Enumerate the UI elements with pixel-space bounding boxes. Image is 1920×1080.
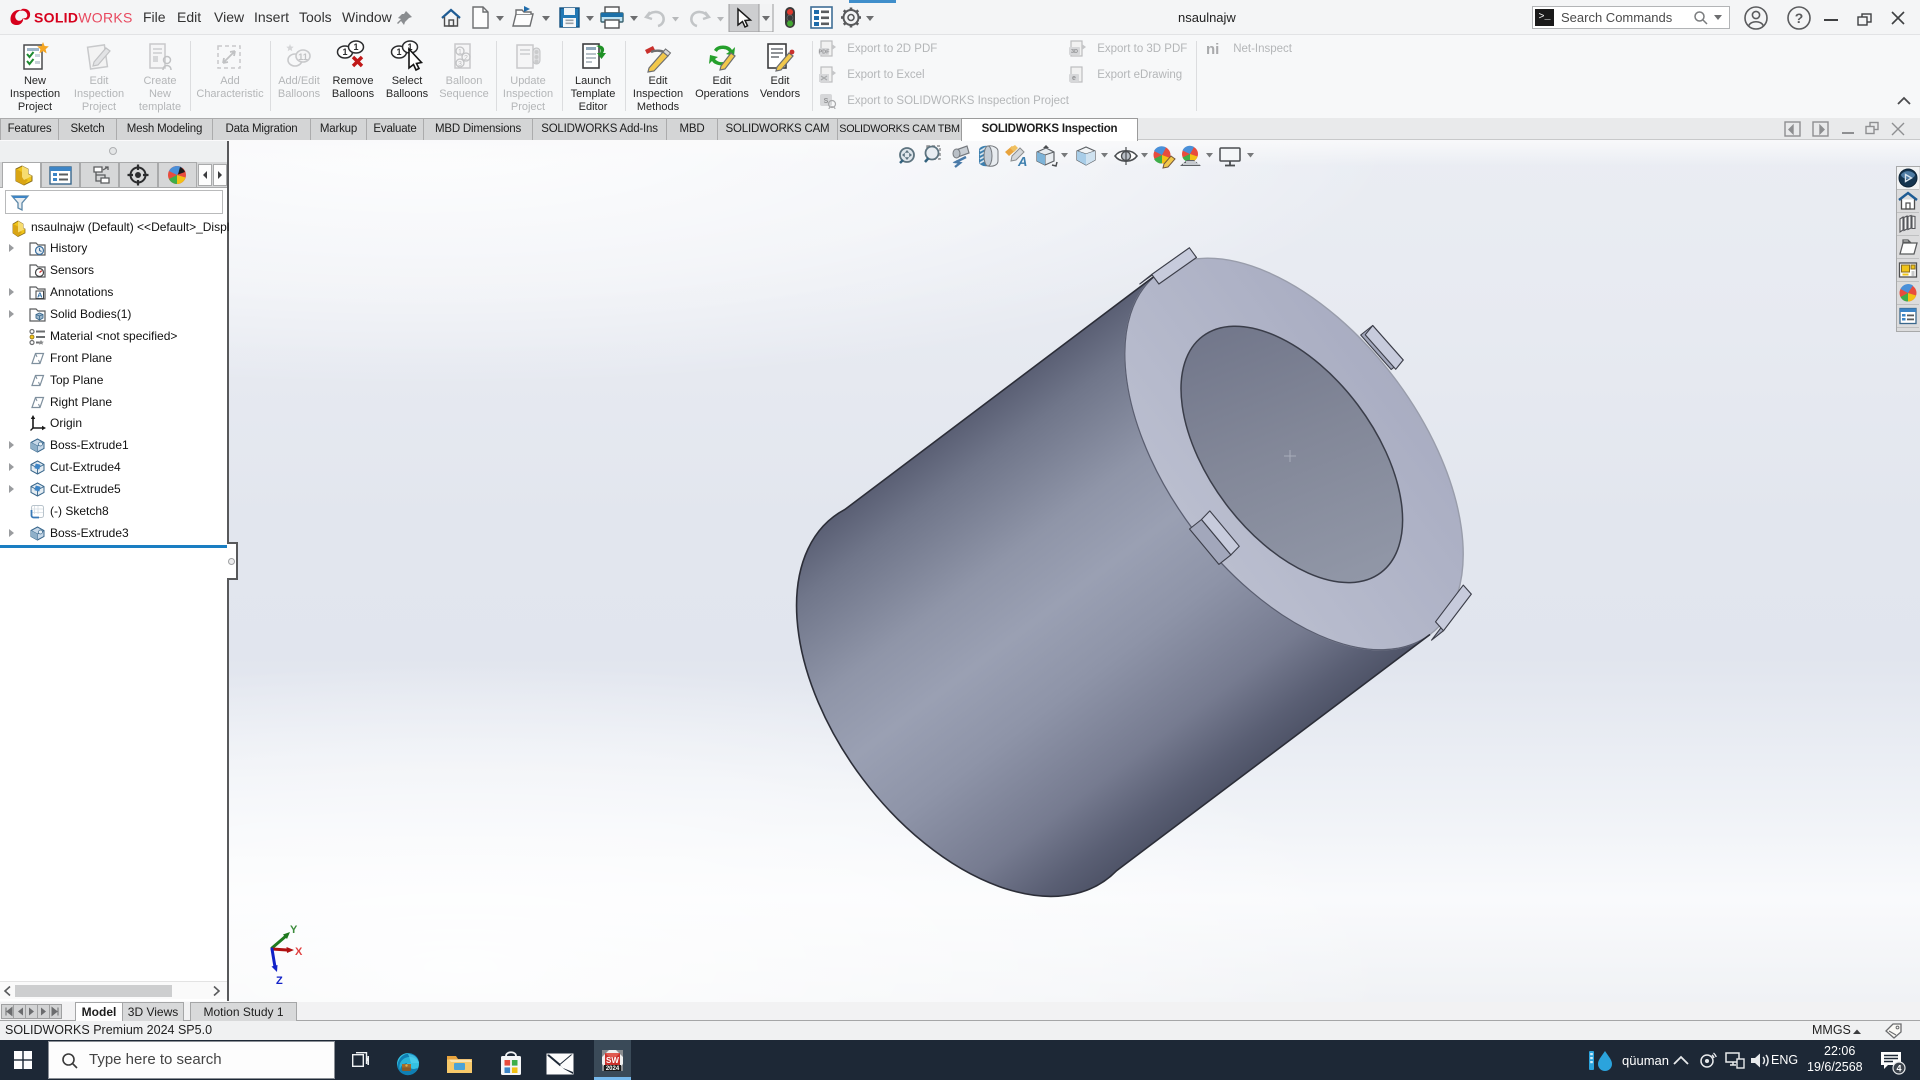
svg-text:1: 1 [396, 47, 401, 57]
svg-text:?: ? [1795, 10, 1804, 26]
svg-text:4: 4 [1896, 1064, 1901, 1074]
svg-text:1: 1 [458, 49, 462, 56]
svg-text:ni: ni [1206, 41, 1219, 58]
svg-text:11: 11 [298, 52, 308, 62]
svg-text:1: 1 [353, 42, 358, 52]
svg-text:SW: SW [606, 1056, 619, 1065]
svg-text:2: 2 [464, 55, 468, 62]
svg-text:2024: 2024 [606, 1066, 620, 1072]
svg-text:e: e [1072, 75, 1076, 82]
svg-text:1: 1 [342, 47, 347, 57]
svg-text:3: 3 [458, 61, 462, 68]
svg-text:Z: Z [276, 975, 283, 987]
svg-text:3D: 3D [1071, 49, 1078, 55]
svg-text:PDF: PDF [819, 49, 831, 55]
svg-text:SOLIDWORKS: SOLIDWORKS [34, 10, 133, 26]
svg-text:X: X [295, 946, 303, 958]
svg-text:A: A [37, 290, 43, 299]
svg-text:Y: Y [290, 924, 298, 936]
svg-text:A: A [1017, 154, 1027, 169]
